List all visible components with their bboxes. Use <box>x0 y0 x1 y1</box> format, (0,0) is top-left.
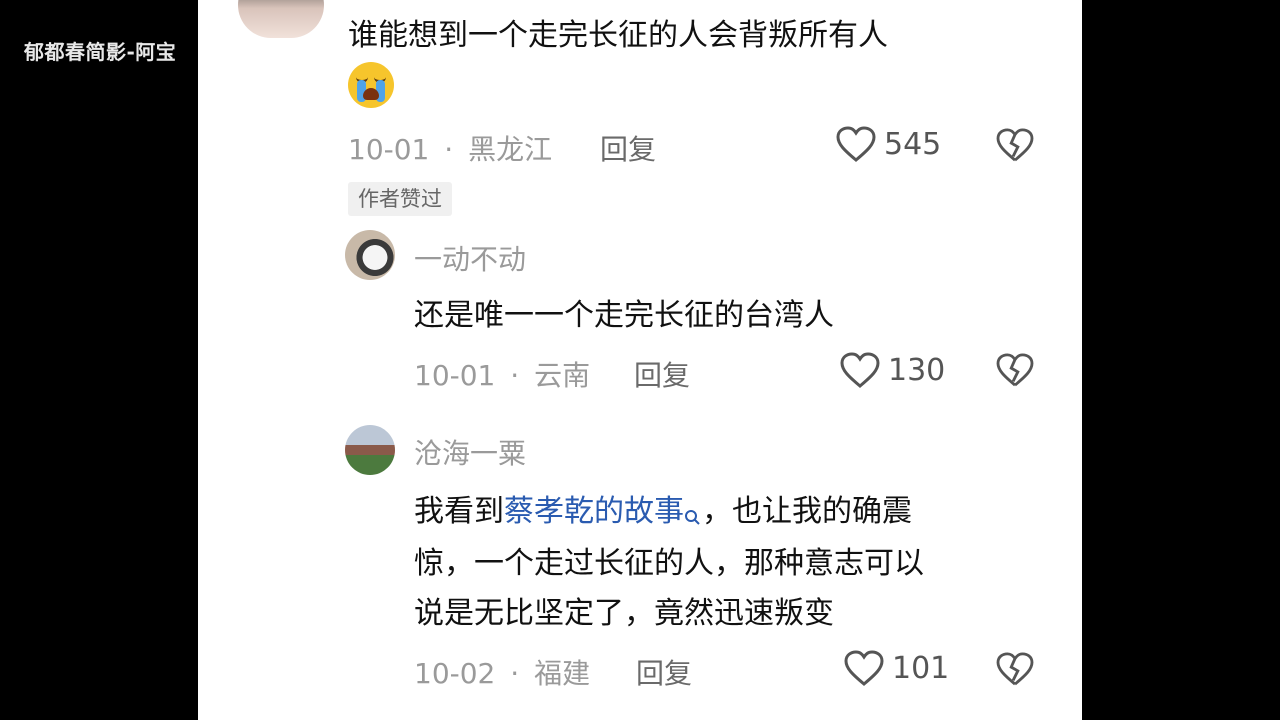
comment-meta: 10-01 · 黑龙江 <box>348 128 552 168</box>
like-button[interactable]: 130 <box>840 352 945 388</box>
crying-face-emoji <box>348 62 394 108</box>
separator: · <box>444 133 454 166</box>
broken-heart-icon <box>996 652 1034 686</box>
comment-text: 还是唯一一个走完长征的台湾人 <box>414 298 834 333</box>
like-button[interactable]: 101 <box>844 650 949 686</box>
username[interactable]: 一动不动 <box>414 238 526 278</box>
broken-heart-icon <box>996 128 1034 162</box>
comment-date: 10-02 <box>414 657 496 690</box>
comment-location: 黑龙江 <box>468 133 553 166</box>
username[interactable]: 沧海一粟 <box>414 432 526 472</box>
like-count: 545 <box>884 126 942 162</box>
like-count: 101 <box>892 650 950 686</box>
heart-icon <box>840 352 880 388</box>
like-count: 130 <box>888 352 946 388</box>
comment-text-line-1: 我看到蔡孝乾的故事 ，也让我的确震 <box>414 486 912 546</box>
avatar[interactable] <box>345 425 395 475</box>
comment-meta: 10-01 · 云南 <box>414 354 590 394</box>
avatar[interactable] <box>345 230 395 280</box>
avatar[interactable] <box>238 0 324 38</box>
separator: · <box>510 359 520 392</box>
comment-date: 10-01 <box>348 133 430 166</box>
comment-text-segment: 我看到 <box>414 494 504 529</box>
heart-icon <box>836 126 876 162</box>
broken-heart-icon <box>996 353 1034 387</box>
dislike-button[interactable] <box>996 128 1034 162</box>
separator: · <box>510 657 520 690</box>
search-link-label: 蔡孝乾的故事 <box>504 494 684 529</box>
like-button[interactable]: 545 <box>836 126 941 162</box>
comment-panel: 谁能想到一个走完长征的人会背叛所有人 10-01 · 黑龙江 回复 545 作者… <box>198 0 1082 720</box>
comment-text-line-2: 惊，一个走过长征的人，那种意志可以 <box>414 546 924 581</box>
reply-button[interactable]: 回复 <box>634 354 690 394</box>
comment-text-segment: ，也让我的确震 <box>702 494 912 529</box>
comment-meta: 10-02 · 福建 <box>414 652 590 692</box>
comment-text-line-3: 说是无比坚定了，竟然迅速叛变 <box>414 596 834 631</box>
dislike-button[interactable] <box>996 353 1034 387</box>
watermark: 郁都春简影-阿宝 <box>24 40 177 64</box>
author-liked-badge: 作者赞过 <box>348 182 452 216</box>
comment-text: 谁能想到一个走完长征的人会背叛所有人 <box>348 18 888 53</box>
reply-button[interactable]: 回复 <box>600 128 656 168</box>
reply-button[interactable]: 回复 <box>636 652 692 692</box>
heart-icon <box>844 650 884 686</box>
comment-location: 云南 <box>534 359 591 392</box>
search-link[interactable]: 蔡孝乾的故事 <box>504 494 702 529</box>
comment-date: 10-01 <box>414 359 496 392</box>
dislike-button[interactable] <box>996 652 1034 686</box>
comment-location: 福建 <box>534 657 591 690</box>
